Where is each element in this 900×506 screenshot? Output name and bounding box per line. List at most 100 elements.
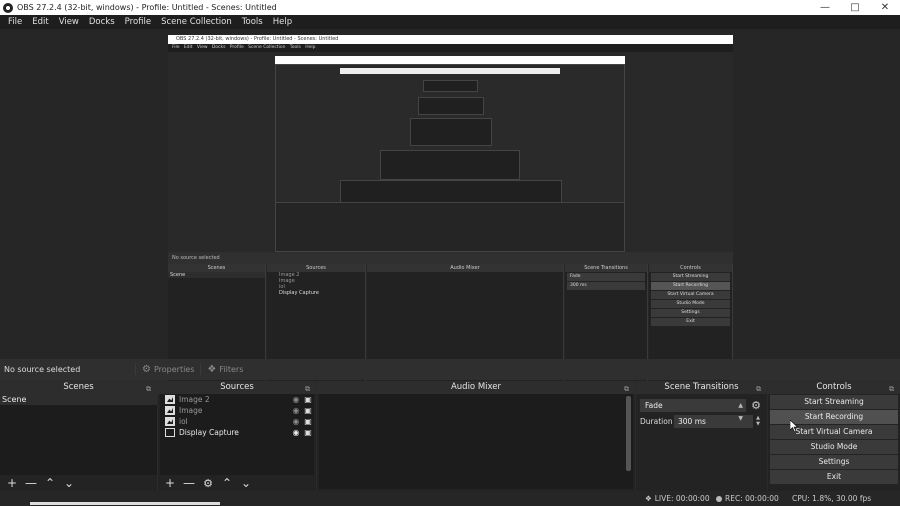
scene-item[interactable]: Scene [0, 394, 157, 405]
chevron-updown-icon: ▲ ▼ [738, 401, 743, 422]
horizontal-scrollbar[interactable] [30, 502, 220, 505]
nested-scene-item: Scene [168, 272, 265, 278]
nested-menu-bar: File Edit View Docks Profile Scene Colle… [168, 44, 733, 52]
duration-spinner[interactable]: ▲ ▼ [753, 415, 763, 427]
lock-icon[interactable]: ▣ [302, 395, 314, 404]
source-item-image-2[interactable]: Image 2 ◉ ▣ [160, 394, 314, 405]
window-title: OBS 27.2.4 (32-bit, windows) - Profile: … [17, 3, 277, 12]
nested-window-frame [340, 68, 560, 74]
move-down-icon[interactable]: ⌄ [238, 476, 254, 490]
nested-window-frame [418, 97, 484, 115]
mixer-scrollbar[interactable] [626, 396, 631, 471]
lock-icon[interactable]: ▣ [302, 417, 314, 426]
sources-dock: Sources ⧉ Image 2 ◉ ▣ Image ◉ ▣ iol ◉ ▣ … [158, 381, 316, 491]
transition-row: Fade ▲ ▼ ⚙ [640, 398, 763, 422]
source-item-display-capture[interactable]: Display Capture ◉ ▣ [160, 427, 314, 438]
source-name: Display Capture [179, 428, 239, 437]
duration-label: Duration [640, 416, 673, 426]
scenes-toolbar: + — ⌃ ⌄ [0, 475, 157, 491]
nested-source-item: Display Capture [279, 290, 319, 296]
nested-window-frame [275, 202, 625, 252]
audio-mixer-dock: Audio Mixer ⧉ [317, 381, 635, 491]
studio-mode-button[interactable]: Studio Mode [770, 440, 898, 454]
eye-icon[interactable]: ◉ [290, 406, 302, 415]
move-up-icon[interactable]: ⌃ [42, 476, 58, 490]
menu-edit[interactable]: Edit [27, 17, 53, 27]
gear-icon: ⚙ [142, 364, 151, 375]
no-source-label: No source selected [4, 365, 81, 374]
status-bar: ❖ LIVE: 00:00:00 REC: 00:00:00 CPU: 1.8%… [0, 491, 900, 506]
preview-area[interactable]: OBS 27.2.4 (32-bit, windows) - Profile: … [0, 29, 900, 382]
title-bar: OBS 27.2.4 (32-bit, windows) - Profile: … [0, 0, 900, 15]
eye-icon[interactable]: ◉ [290, 395, 302, 404]
controls-dock: Controls ⧉ Start Streaming Start Recordi… [768, 381, 900, 491]
scenes-dock-title: Scenes [63, 382, 94, 392]
source-item-image[interactable]: Image ◉ ▣ [160, 405, 314, 416]
nested-menu-item: Docks [211, 45, 226, 50]
start-streaming-button[interactable]: Start Streaming [770, 395, 898, 409]
exit-button[interactable]: Exit [770, 470, 898, 484]
properties-button[interactable]: ⚙ Properties [135, 364, 200, 375]
controls-dock-header: Controls ⧉ [768, 381, 900, 394]
cpu-status: CPU: 1.8%, 30.00 fps [792, 494, 871, 503]
close-button[interactable]: ✕ [870, 0, 900, 15]
nested-menu-item: File [172, 45, 180, 50]
remove-source-button[interactable]: — [181, 476, 197, 490]
audio-mixer-body[interactable] [319, 394, 633, 489]
gear-icon[interactable]: ⚙ [749, 399, 763, 412]
filters-label: Filters [219, 365, 244, 374]
eye-icon[interactable]: ◉ [290, 417, 302, 426]
preview-canvas[interactable]: OBS 27.2.4 (32-bit, windows) - Profile: … [168, 35, 733, 382]
scenes-dock-header: Scenes ⧉ [0, 381, 157, 394]
source-toolbar: No source selected ⚙ Properties ❖ Filter… [0, 359, 900, 380]
add-source-button[interactable]: + [162, 476, 178, 490]
controls-dock-title: Controls [816, 382, 852, 392]
float-icon[interactable]: ⧉ [889, 383, 894, 396]
add-scene-button[interactable]: + [4, 476, 20, 490]
settings-button[interactable]: Settings [770, 455, 898, 469]
nested-window-frame [423, 80, 478, 92]
move-down-icon[interactable]: ⌄ [61, 476, 77, 490]
obs-logo-icon [3, 2, 13, 13]
scenes-list[interactable]: Scene [0, 394, 157, 475]
nested-menu-item: Profile [229, 45, 244, 50]
menu-tools[interactable]: Tools [237, 17, 268, 27]
transition-select[interactable]: Fade ▲ ▼ [640, 398, 746, 422]
monitor-icon [165, 428, 175, 437]
image-icon [165, 406, 175, 415]
nested-control-button: Start Streaming [651, 273, 730, 281]
record-icon [716, 495, 722, 502]
minimize-button[interactable]: — [810, 0, 840, 15]
gear-icon[interactable]: ⚙ [200, 477, 216, 490]
maximize-button[interactable]: □ [840, 0, 870, 15]
menu-help[interactable]: Help [268, 17, 297, 27]
scene-transitions-dock-title: Scene Transitions [664, 382, 739, 392]
lock-icon[interactable]: ▣ [302, 406, 314, 415]
lock-icon[interactable]: ▣ [302, 428, 314, 437]
source-name: Image [179, 406, 203, 415]
float-icon[interactable]: ⧉ [756, 383, 761, 396]
menu-file[interactable]: File [3, 17, 27, 27]
sources-toolbar: + — ⚙ ⌃ ⌄ [158, 475, 316, 491]
menu-view[interactable]: View [54, 17, 84, 27]
nested-menu-item: Scene Collection [248, 45, 286, 50]
scenes-dock: Scenes ⧉ Scene + — ⌃ ⌄ [0, 381, 157, 491]
source-name: Image 2 [179, 395, 210, 404]
nested-preview [168, 52, 733, 252]
nested-menu-item: Help [305, 45, 316, 50]
nested-dock-title: Sources [267, 264, 365, 272]
menu-scene-collection[interactable]: Scene Collection [156, 17, 237, 27]
filters-button[interactable]: ❖ Filters [200, 364, 249, 375]
move-up-icon[interactable]: ⌃ [219, 476, 235, 490]
sources-dock-header: Sources ⧉ [158, 381, 316, 394]
menu-docks[interactable]: Docks [84, 17, 120, 27]
nested-window-frame [410, 118, 492, 146]
menu-profile[interactable]: Profile [120, 17, 156, 27]
sources-list[interactable]: Image 2 ◉ ▣ Image ◉ ▣ iol ◉ ▣ Display Ca… [160, 394, 314, 475]
nested-dock-title: Scenes [168, 264, 265, 272]
mouse-cursor-icon [790, 420, 798, 432]
properties-label: Properties [153, 365, 195, 374]
source-item-iol[interactable]: iol ◉ ▣ [160, 416, 314, 427]
eye-icon[interactable]: ◉ [290, 428, 302, 437]
remove-scene-button[interactable]: — [23, 476, 39, 490]
